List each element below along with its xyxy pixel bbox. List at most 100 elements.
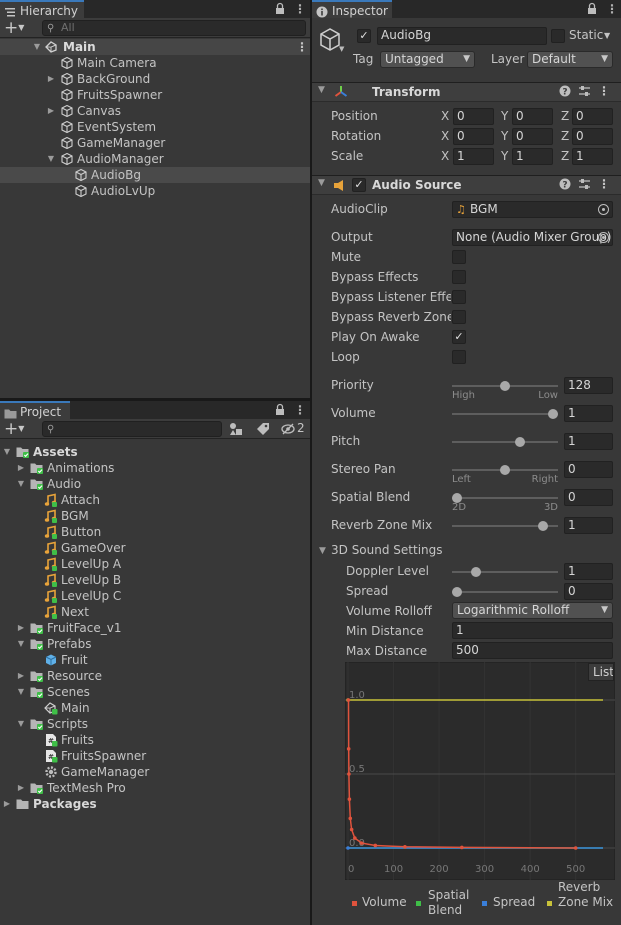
transform-scale-x-field[interactable]: 1 xyxy=(453,148,494,165)
audio-clip-field[interactable]: ♫ BGM xyxy=(452,201,613,218)
layer-dropdown[interactable]: Default ▼ xyxy=(527,51,613,68)
icon-dropdown-arrow-icon[interactable]: ▼ xyxy=(339,45,344,53)
slider-value-field[interactable]: 1 xyxy=(564,433,613,450)
project-item[interactable]: GameManager xyxy=(0,764,310,780)
hierarchy-item[interactable]: ▶ Canvas xyxy=(0,103,310,119)
tab-inspector[interactable]: Inspector xyxy=(312,0,392,18)
toggle-checkbox[interactable] xyxy=(452,350,466,364)
help-icon[interactable]: ? xyxy=(559,178,571,193)
project-item[interactable]: Button xyxy=(0,524,310,540)
foldout-arrow-icon[interactable]: ▼ xyxy=(318,85,325,95)
expand-arrow-icon[interactable]: ▼ xyxy=(2,444,12,460)
project-item[interactable]: Main xyxy=(0,700,310,716)
slider-value-field[interactable]: 1 xyxy=(564,517,613,534)
transform-rotation-z-field[interactable]: 0 xyxy=(572,128,613,145)
slider-handle[interactable] xyxy=(548,409,558,419)
toggle-checkbox[interactable]: ✓ xyxy=(452,330,466,344)
foldout-arrow-icon[interactable]: ▼ xyxy=(318,178,325,188)
component-menu-icon[interactable]: ⋮ xyxy=(598,177,610,191)
collapse-arrow-icon[interactable]: ▶ xyxy=(46,103,56,119)
project-item[interactable]: ▼ Assets xyxy=(0,444,310,460)
slider-value-field[interactable]: 0 xyxy=(564,461,613,478)
max-distance-field[interactable]: 500 xyxy=(452,642,613,659)
presets-icon[interactable] xyxy=(578,178,591,194)
more-options-icon[interactable]: ⋮ xyxy=(294,401,306,419)
slider-track[interactable] xyxy=(452,571,558,573)
presets-icon[interactable] xyxy=(578,85,591,101)
project-item[interactable]: # Fruits xyxy=(0,732,310,748)
volume-rolloff-dropdown[interactable]: Logarithmic Rolloff ▼ xyxy=(452,602,613,619)
transform-rotation-y-field[interactable]: 0 xyxy=(512,128,553,145)
slider-track[interactable] xyxy=(452,497,558,499)
toggle-checkbox[interactable] xyxy=(452,290,466,304)
hierarchy-item[interactable]: Main Camera xyxy=(0,55,310,71)
slider-track[interactable] xyxy=(452,413,558,415)
expand-arrow-icon[interactable]: ▼ xyxy=(16,684,26,700)
rolloff-curve-graph[interactable]: 0 100 200 300 400 5000.00.51.0 xyxy=(345,662,615,880)
filter-by-type-icon[interactable] xyxy=(229,422,243,439)
project-item[interactable]: ▶ Packages xyxy=(0,796,310,812)
project-item[interactable]: # FruitsSpawner xyxy=(0,748,310,764)
output-field[interactable]: None (Audio Mixer Group) xyxy=(452,229,613,246)
collapse-arrow-icon[interactable]: ▶ xyxy=(2,796,12,812)
project-item[interactable]: ▼ Scenes xyxy=(0,684,310,700)
transform-position-z-field[interactable]: 0 xyxy=(572,108,613,125)
transform-position-x-field[interactable]: 0 xyxy=(453,108,494,125)
hierarchy-item[interactable]: GameManager xyxy=(0,135,310,151)
min-distance-field[interactable]: 1 xyxy=(452,622,613,639)
static-checkbox[interactable] xyxy=(551,29,565,43)
hidden-packages-icon[interactable] xyxy=(281,422,295,439)
more-options-icon[interactable]: ⋮ xyxy=(294,0,306,18)
slider-value-field[interactable]: 0 xyxy=(564,489,613,506)
toggle-checkbox[interactable] xyxy=(452,250,466,264)
gameobject-name-field[interactable]: AudioBg xyxy=(377,27,547,45)
scene-row[interactable]: ▼ Main ⋮ xyxy=(0,39,310,55)
project-item[interactable]: LevelUp C xyxy=(0,588,310,604)
slider-handle[interactable] xyxy=(452,587,462,597)
help-icon[interactable]: ? xyxy=(559,85,571,100)
collapse-arrow-icon[interactable]: ▶ xyxy=(16,620,26,636)
transform-rotation-x-field[interactable]: 0 xyxy=(453,128,494,145)
project-item[interactable]: Attach xyxy=(0,492,310,508)
transform-scale-z-field[interactable]: 1 xyxy=(572,148,613,165)
more-options-icon[interactable]: ⋮ xyxy=(606,0,618,18)
slider-value-field[interactable]: 0 xyxy=(564,583,613,600)
expand-arrow-icon[interactable]: ▼ xyxy=(16,636,26,652)
transform-position-y-field[interactable]: 0 xyxy=(512,108,553,125)
project-item[interactable]: ▼ Scripts xyxy=(0,716,310,732)
foldout-arrow-icon[interactable]: ▼ xyxy=(319,546,326,556)
hierarchy-item[interactable]: AudioLvUp xyxy=(0,183,310,199)
gameobject-active-checkbox[interactable]: ✓ xyxy=(357,29,371,43)
collapse-arrow-icon[interactable]: ▶ xyxy=(46,71,56,87)
object-picker-icon[interactable] xyxy=(598,232,609,243)
hierarchy-search-input[interactable]: ⚲ All xyxy=(42,20,306,36)
collapse-arrow-icon[interactable]: ▶ xyxy=(16,668,26,684)
project-search-input[interactable]: ⚲ xyxy=(42,421,222,437)
slider-track[interactable] xyxy=(452,441,558,443)
project-item[interactable]: ▶ FruitFace_v1 xyxy=(0,620,310,636)
hierarchy-item[interactable]: FruitsSpawner xyxy=(0,87,310,103)
tab-project[interactable]: Project xyxy=(0,401,70,419)
lock-icon[interactable] xyxy=(274,401,286,419)
tab-hierarchy[interactable]: Hierarchy xyxy=(0,0,84,18)
lock-icon[interactable] xyxy=(274,0,286,18)
transform-header[interactable]: ▼ Transform ? ⋮ xyxy=(312,82,621,102)
scene-menu-icon[interactable]: ⋮ xyxy=(296,39,308,55)
slider-track[interactable] xyxy=(452,591,558,593)
listener-button[interactable]: Listener xyxy=(588,663,614,681)
project-item[interactable]: Next xyxy=(0,604,310,620)
create-button[interactable]: +▼ xyxy=(4,18,24,41)
filter-by-label-icon[interactable] xyxy=(256,422,270,439)
transform-scale-y-field[interactable]: 1 xyxy=(512,148,553,165)
component-menu-icon[interactable]: ⋮ xyxy=(598,84,610,98)
project-item[interactable]: BGM xyxy=(0,508,310,524)
collapse-arrow-icon[interactable]: ▶ xyxy=(16,780,26,796)
project-item[interactable]: ▶ Animations xyxy=(0,460,310,476)
hierarchy-item[interactable]: ▼ AudioManager xyxy=(0,151,310,167)
project-item[interactable]: ▶ TextMesh Pro xyxy=(0,780,310,796)
object-picker-icon[interactable] xyxy=(598,204,609,215)
expand-arrow-icon[interactable]: ▼ xyxy=(16,476,26,492)
expand-arrow-icon[interactable]: ▼ xyxy=(46,151,56,167)
tag-dropdown[interactable]: Untagged ▼ xyxy=(380,51,475,68)
slider-value-field[interactable]: 1 xyxy=(564,405,613,422)
